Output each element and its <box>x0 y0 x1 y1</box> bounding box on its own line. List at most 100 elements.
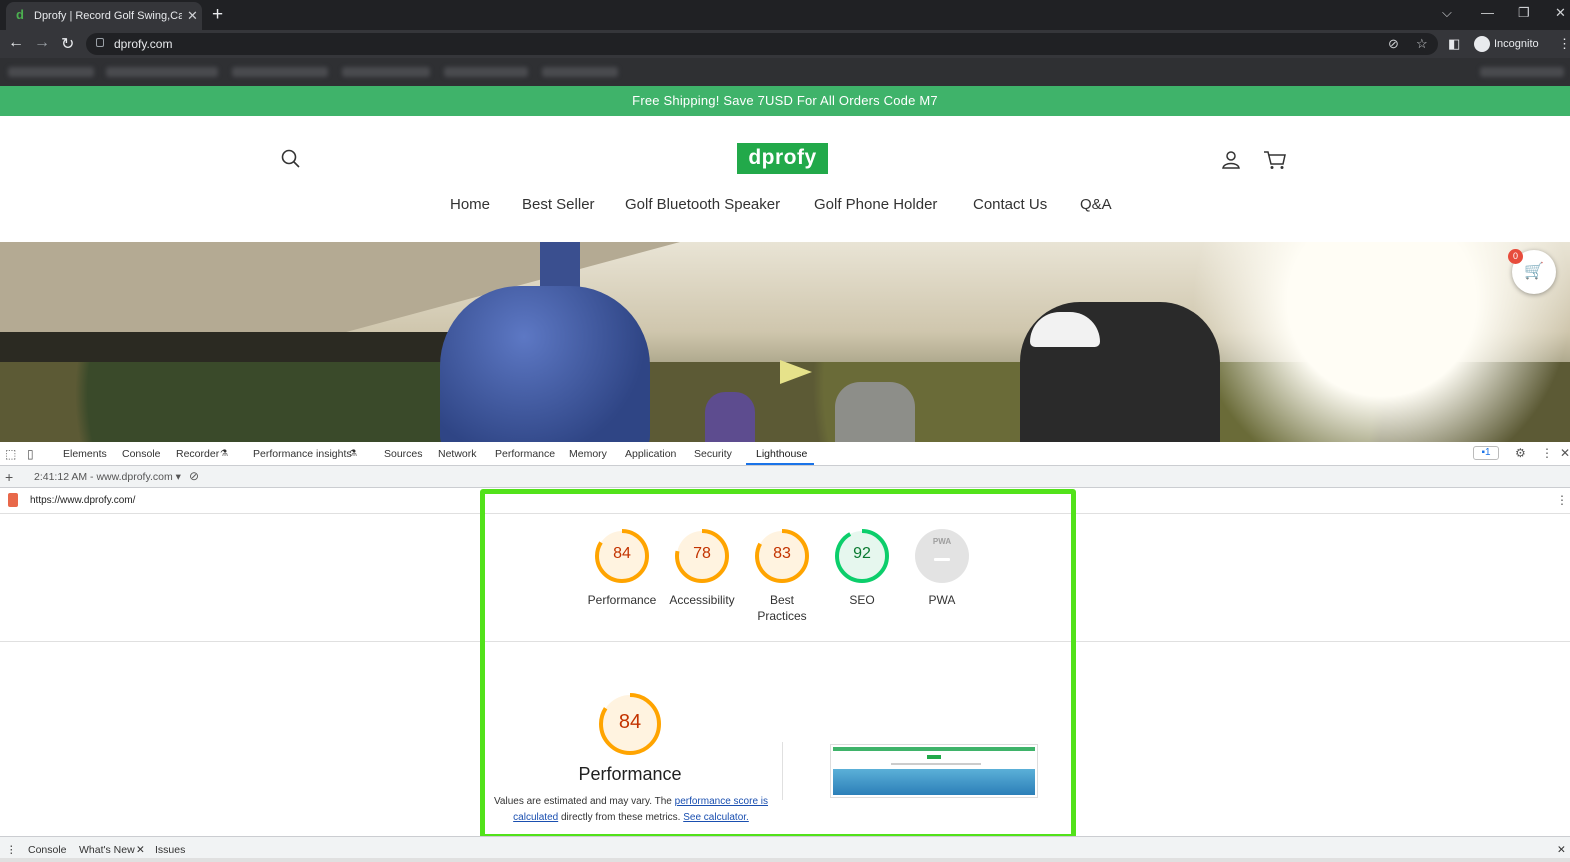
performance-detail-gauge: 84 <box>598 692 662 756</box>
score-gauge-pwa[interactable]: PWA PWA <box>902 528 982 608</box>
devtools-tab-strip: ⬚ ▯ Elements Console Recorder ⚗ Performa… <box>0 442 1570 466</box>
close-drawer-icon[interactable]: ✕ <box>1557 844 1566 856</box>
drawer-tab-console[interactable]: Console <box>28 844 67 856</box>
browser-toolbar: ← → ↻ dprofy.com ⊘ ☆ ◧ Incognito ⋮ <box>0 30 1570 58</box>
new-tab-button[interactable]: + <box>212 4 223 26</box>
score-gauge-seo[interactable]: 92 SEO <box>822 528 902 608</box>
close-devtools-icon[interactable]: ✕ <box>1560 446 1570 460</box>
window-bottom-edge <box>0 858 1570 862</box>
nav-best-seller[interactable]: Best Seller <box>522 196 595 213</box>
nav-golf-bluetooth-speaker[interactable]: Golf Bluetooth Speaker <box>625 196 780 213</box>
thumb-hero <box>833 769 1035 795</box>
see-calculator-link[interactable]: See calculator. <box>683 812 749 823</box>
search-icon[interactable] <box>281 149 301 175</box>
bookmark-item[interactable] <box>106 67 218 77</box>
report-divider <box>0 641 1570 642</box>
performance-note: Values are estimated and may vary. The p… <box>492 794 770 826</box>
thumb-nav <box>891 763 981 765</box>
incognito-icon <box>1474 36 1490 52</box>
score-label: Performance <box>587 593 657 607</box>
promo-banner: Free Shipping! Save 7USD For All Orders … <box>0 86 1570 116</box>
tab-close-icon[interactable]: ✕ <box>187 8 198 24</box>
browser-tab[interactable]: d Dprofy | Record Golf Swing,Carry ✕ <box>6 2 202 30</box>
score-value: 84 <box>613 545 631 562</box>
devtools-tab-console[interactable]: Console <box>122 448 161 460</box>
detail-separator <box>782 742 783 800</box>
report-selector-value: 2:41:12 AM - www.dprofy.com <box>34 471 173 483</box>
reload-icon[interactable]: ↻ <box>61 34 74 54</box>
menu-icon[interactable]: ⋮ <box>1558 36 1570 52</box>
forward-icon[interactable]: → <box>34 34 50 52</box>
devtools-menu-icon[interactable]: ⋮ <box>1541 446 1553 460</box>
nav-qa[interactable]: Q&A <box>1080 196 1112 213</box>
drawer-menu-icon[interactable]: ⋮ <box>6 844 17 856</box>
score-gauge-accessibility[interactable]: 78 Accessibility <box>662 528 742 608</box>
lighthouse-toolbar: + 2:41:12 AM - www.dprofy.com ▾ ⊘ <box>0 466 1570 488</box>
bookmark-item[interactable] <box>444 67 528 77</box>
pwa-badge-text: PWA <box>932 537 952 546</box>
device-toolbar-icon[interactable]: ▯ <box>27 447 34 461</box>
devtools-tab-application[interactable]: Application <box>625 448 676 460</box>
settings-gear-icon[interactable]: ⚙ <box>1515 446 1526 460</box>
nav-home[interactable]: Home <box>450 196 490 213</box>
score-gauge-best-practices[interactable]: 83 Best Practices <box>742 528 822 624</box>
bookmark-item[interactable] <box>1480 67 1564 77</box>
report-selector[interactable]: 2:41:12 AM - www.dprofy.com ▾ <box>34 471 181 483</box>
cart-icon[interactable] <box>1263 150 1287 176</box>
inspect-element-icon[interactable]: ⬚ <box>5 447 16 461</box>
account-icon[interactable] <box>1221 150 1241 176</box>
nav-contact-us[interactable]: Contact Us <box>973 196 1047 213</box>
report-url-bar: https://www.dprofy.com/ ⋮ <box>0 488 1570 514</box>
side-panel-icon[interactable]: ◧ <box>1448 36 1460 52</box>
devtools-tab-memory[interactable]: Memory <box>569 448 607 460</box>
note-text: directly from these metrics. <box>558 812 684 823</box>
nav-golf-phone-holder[interactable]: Golf Phone Holder <box>814 196 937 213</box>
devtools-tab-elements[interactable]: Elements <box>63 448 107 460</box>
restore-icon[interactable]: ❐ <box>1518 5 1530 21</box>
bookmark-item[interactable] <box>8 67 94 77</box>
browser-title-bar: d Dprofy | Record Golf Swing,Carry ✕ + ⌵… <box>0 0 1570 30</box>
score-label: Best Practices <box>742 592 822 624</box>
devtools-tab-sources[interactable]: Sources <box>384 448 423 460</box>
back-icon[interactable]: ← <box>8 34 24 52</box>
incognito-profile[interactable]: Incognito <box>1474 36 1539 52</box>
score-gauge-performance[interactable]: 84 Performance <box>582 528 662 608</box>
hero-speaker <box>440 286 650 442</box>
performance-detail-title: Performance <box>578 764 682 784</box>
site-logo[interactable]: dprofy <box>737 143 828 174</box>
lighthouse-icon <box>8 493 18 507</box>
active-tab-indicator <box>746 463 814 465</box>
devtools-tab-performance-insights[interactable]: Performance insights <box>253 448 352 460</box>
eye-off-icon[interactable]: ⊘ <box>1388 36 1399 52</box>
bookmarks-bar <box>0 58 1570 86</box>
devtools-tab-security[interactable]: Security <box>694 448 732 460</box>
drawer-tab-issues[interactable]: Issues <box>155 844 185 856</box>
issues-badge[interactable]: ▪1 <box>1473 446 1499 460</box>
devtools-tab-recorder[interactable]: Recorder <box>176 448 219 460</box>
report-menu-icon[interactable]: ⋮ <box>1556 493 1568 507</box>
report-url[interactable]: https://www.dprofy.com/ <box>30 495 135 506</box>
tab-search-icon[interactable]: ⌵ <box>1442 5 1452 21</box>
score-value: 92 <box>853 545 871 562</box>
drawer-tab-whats-new[interactable]: What's New <box>79 844 135 856</box>
score-value: 78 <box>693 545 711 562</box>
drawer-tab-close-icon[interactable]: ✕ <box>136 844 145 856</box>
issues-count: 1 <box>1484 447 1491 458</box>
clear-reports-icon[interactable]: ⊘ <box>189 469 199 483</box>
devtools-tab-lighthouse[interactable]: Lighthouse <box>756 448 807 460</box>
address-url[interactable]: dprofy.com <box>114 37 172 51</box>
close-window-icon[interactable]: ✕ <box>1555 5 1566 21</box>
devtools-tab-performance[interactable]: Performance <box>495 448 555 460</box>
bookmark-item[interactable] <box>542 67 618 77</box>
dprofy-favicon-icon: d <box>16 7 24 22</box>
address-bar[interactable]: dprofy.com ⊘ ☆ <box>86 33 1438 55</box>
flask-icon: ⚗ <box>349 448 358 458</box>
minimize-icon[interactable]: — <box>1481 5 1494 20</box>
bookmark-item[interactable] <box>232 67 328 77</box>
new-report-icon[interactable]: + <box>5 469 13 485</box>
final-screenshot-thumbnail[interactable] <box>830 744 1038 798</box>
floating-cart-icon: 🛒 <box>1524 263 1544 280</box>
star-icon[interactable]: ☆ <box>1416 36 1428 52</box>
bookmark-item[interactable] <box>342 67 430 77</box>
devtools-tab-network[interactable]: Network <box>438 448 477 460</box>
